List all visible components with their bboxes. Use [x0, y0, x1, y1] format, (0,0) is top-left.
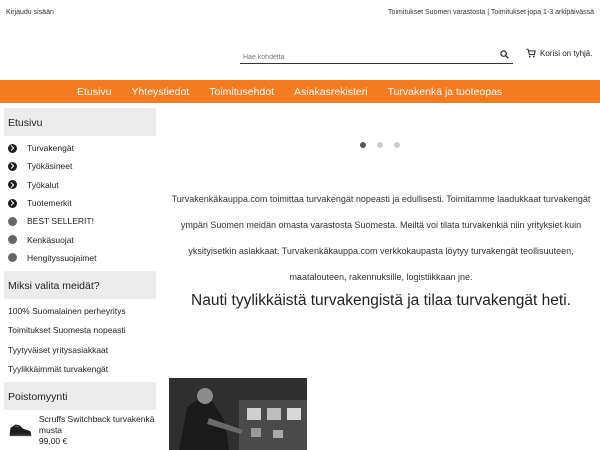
- clearance-product[interactable]: Scruffs Switchback turvakenkä musta 99,0…: [4, 410, 156, 447]
- category-menu-title[interactable]: Etusivu: [4, 108, 156, 136]
- sidebar: Etusivu Turvakengät Työkäsineet Työkalut…: [4, 108, 156, 447]
- category-item-shoe-covers[interactable]: Kenkäsuojat: [4, 230, 156, 248]
- product-name[interactable]: Scruffs Switchback turvakenkä musta: [39, 414, 156, 436]
- why-us-list: 100% Suomalainen perheyritys Toimitukset…: [4, 299, 156, 379]
- category-label: Turvakengät: [27, 143, 74, 154]
- category-item-tools[interactable]: Työkalut: [4, 176, 156, 194]
- product-price: 99,00 €: [38, 436, 68, 447]
- category-label: Työkalut: [27, 179, 59, 190]
- nav-delivery-terms[interactable]: Toimitusehdot: [199, 86, 284, 98]
- chevron-right-icon: [8, 161, 17, 171]
- category-label: Hengityssuojaimet: [27, 252, 97, 263]
- login-link[interactable]: Kirjaudu sisään: [6, 9, 54, 16]
- category-item-work-gloves[interactable]: Työkäsineet: [4, 157, 156, 175]
- top-bar: Kirjaudu sisään Toimitukset Suomen varas…: [0, 0, 600, 24]
- carousel-dot[interactable]: [360, 142, 366, 148]
- list-item: 100% Suomalainen perheyritys: [8, 305, 126, 316]
- nav-contact[interactable]: Yhteystiedot: [121, 86, 199, 98]
- list-item: Toimitukset Suomesta nopeasti: [8, 325, 126, 336]
- category-label: BEST SELLERIT!: [27, 216, 94, 227]
- category-item-safety-shoes[interactable]: Turvakengät: [4, 139, 156, 157]
- chevron-right-icon: [8, 143, 17, 153]
- category-label: Tuotemerkit: [27, 198, 72, 209]
- carousel-dot[interactable]: [394, 142, 400, 148]
- category-item-brands[interactable]: Tuotemerkit: [4, 194, 156, 212]
- circle-icon: [8, 253, 17, 263]
- chevron-right-icon: [8, 180, 17, 190]
- circle-icon: [8, 235, 17, 245]
- category-menu: Turvakengät Työkäsineet Työkalut Tuoteme…: [4, 136, 156, 271]
- cart-status: Korisi on tyhjä.: [540, 48, 593, 58]
- carousel-indicators: [360, 142, 400, 148]
- nav-home[interactable]: Etusivu: [67, 86, 121, 98]
- category-item-best-sellers[interactable]: BEST SELLERIT!: [4, 212, 156, 230]
- carousel-dot[interactable]: [377, 142, 383, 148]
- search-icon[interactable]: [500, 50, 509, 59]
- workshop-photo: [169, 378, 307, 450]
- main-nav: Etusivu Yhteystiedot Toimitusehdot Asiak…: [0, 80, 600, 103]
- cart-widget[interactable]: Korisi on tyhjä.: [526, 48, 592, 58]
- nav-customer-register[interactable]: Asiakasrekisteri: [284, 86, 378, 98]
- page-headline: Nauti tyylikkäistä turvakengistä ja tila…: [191, 292, 571, 309]
- cart-icon: [526, 48, 536, 58]
- nav-product-guide[interactable]: Turvakenkä ja tuoteopas: [378, 86, 513, 98]
- chevron-right-icon: [8, 198, 17, 208]
- circle-icon: [8, 216, 17, 226]
- list-item: Tyylikkäimmät turvakengät: [8, 364, 109, 375]
- why-us-title: Miksi valita meidät?: [4, 271, 156, 300]
- search-bar: [240, 46, 513, 66]
- shipping-info: Toimitukset Suomen varastosta | Toimituk…: [388, 9, 594, 16]
- category-label: Työkäsineet: [27, 161, 73, 172]
- intro-text: Turvakenkäkauppa.com toimittaa turvakeng…: [171, 194, 591, 282]
- category-label: Kenkäsuojat: [27, 234, 74, 245]
- search-input[interactable]: [240, 49, 490, 66]
- product-thumbnail[interactable]: [8, 414, 33, 440]
- list-item: Tyytyväiset yritysasiakkaat: [8, 344, 109, 355]
- category-item-respirators[interactable]: Hengityssuojaimet: [4, 249, 156, 267]
- clearance-title: Poistomyynti: [4, 382, 156, 411]
